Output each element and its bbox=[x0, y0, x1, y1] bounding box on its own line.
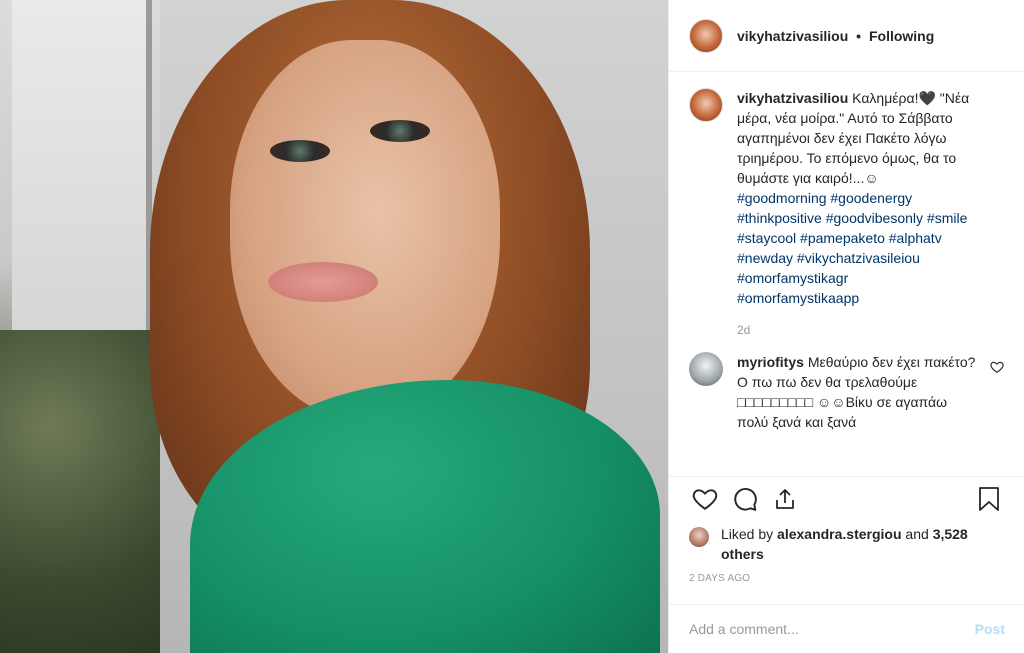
comment-item: myriofitys Μεθαύριο δεν έχει πακέτο? Ο π… bbox=[689, 352, 1004, 432]
author-username[interactable]: vikyhatzivasiliou bbox=[737, 28, 848, 44]
commenter-username[interactable]: myriofitys bbox=[737, 354, 804, 370]
share-icon[interactable] bbox=[765, 479, 805, 519]
caption-avatar[interactable] bbox=[689, 88, 723, 122]
following-button[interactable]: Following bbox=[869, 28, 934, 44]
caption-username[interactable]: vikyhatzivasiliou bbox=[737, 90, 848, 106]
photo-window bbox=[12, 0, 152, 330]
liker-avatar[interactable] bbox=[689, 527, 709, 547]
hashtag-line-2[interactable]: #thinkpositive #goodvibesonly #smile bbox=[737, 208, 1004, 228]
photo-lips bbox=[268, 262, 378, 302]
photo-trees bbox=[0, 330, 170, 653]
photo-face bbox=[230, 40, 500, 420]
hashtag-line-3[interactable]: #staycool #pamepaketo #alphatv bbox=[737, 228, 1004, 248]
post-actions bbox=[669, 476, 1024, 520]
header-separator: • bbox=[856, 27, 862, 44]
caption-body: vikyhatzivasiliou Καλημέρα!🖤 "Νέα μέρα, … bbox=[737, 88, 1004, 340]
likes-text: Liked by alexandra.stergiou and 3,528 ot… bbox=[721, 524, 1009, 564]
heart-icon[interactable] bbox=[685, 479, 725, 519]
comment-body: myriofitys Μεθαύριο δεν έχει πακέτο? Ο π… bbox=[737, 352, 982, 432]
hashtag-line-6[interactable]: #omorfamystikaapp bbox=[737, 288, 1004, 308]
comments-list[interactable]: vikyhatzivasiliou Καλημέρα!🖤 "Νέα μέρα, … bbox=[669, 72, 1024, 472]
commenter-avatar[interactable] bbox=[689, 352, 723, 386]
likes-summary: Liked by alexandra.stergiou and 3,528 ot… bbox=[689, 524, 1009, 564]
hashtag-line-1[interactable]: #goodmorning #goodenergy bbox=[737, 188, 1004, 208]
post-header: vikyhatzivasiliou • Following bbox=[669, 0, 1024, 72]
post-button[interactable]: Post bbox=[975, 621, 1005, 637]
post-timestamp[interactable]: 2 DAYS AGO bbox=[689, 573, 750, 584]
photo-eye-left bbox=[270, 140, 330, 162]
bookmark-icon[interactable] bbox=[969, 479, 1009, 519]
heart-small-icon[interactable] bbox=[982, 352, 1004, 432]
hashtag-line-5[interactable]: #omorfamystikagr bbox=[737, 268, 1004, 288]
photo-eye-right bbox=[370, 120, 430, 142]
likes-prefix: Liked by bbox=[721, 526, 778, 542]
caption-comment: vikyhatzivasiliou Καλημέρα!🖤 "Νέα μέρα, … bbox=[689, 88, 1004, 340]
post-photo[interactable] bbox=[0, 0, 668, 653]
instagram-post: vikyhatzivasiliou • Following vikyhatziv… bbox=[0, 0, 1024, 653]
header-user: vikyhatzivasiliou • Following bbox=[737, 28, 934, 44]
likes-joiner: and bbox=[901, 526, 933, 542]
caption-age[interactable]: 2d bbox=[737, 320, 1004, 340]
liker-username[interactable]: alexandra.stergiou bbox=[777, 526, 902, 542]
add-comment-bar: Post bbox=[669, 604, 1024, 653]
post-side-panel: vikyhatzivasiliou • Following vikyhatziv… bbox=[668, 0, 1024, 653]
hashtag-line-4[interactable]: #newday #vikychatzivasileiou bbox=[737, 248, 1004, 268]
author-avatar[interactable] bbox=[689, 18, 723, 53]
comment-input[interactable] bbox=[689, 621, 975, 637]
comment-icon[interactable] bbox=[725, 479, 765, 519]
